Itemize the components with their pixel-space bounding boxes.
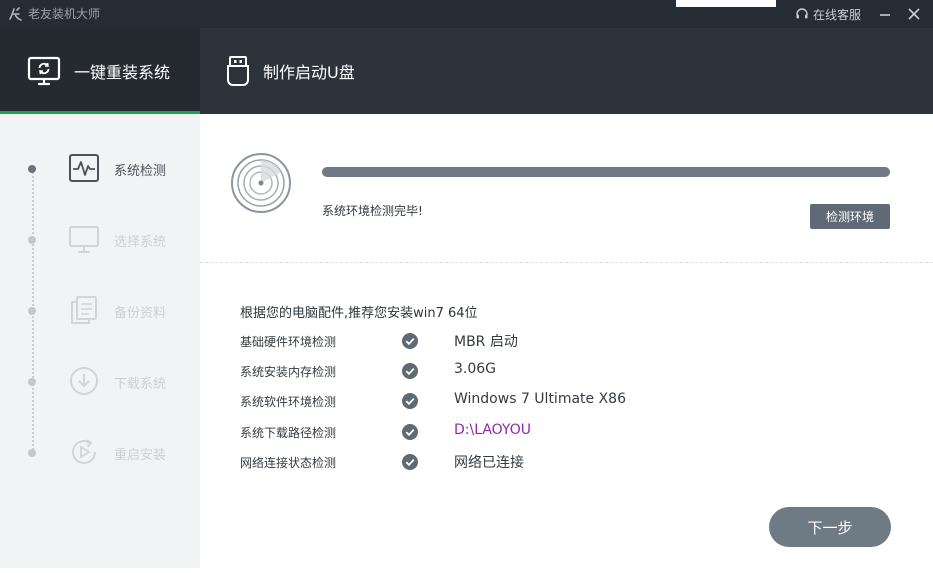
check-circle-icon: [402, 393, 418, 409]
step-label: 选择系统: [114, 235, 167, 250]
step-system-check[interactable]: 系统检测: [0, 148, 200, 188]
usb-drive-icon: [227, 56, 249, 86]
check-value: 网络已连接: [454, 455, 524, 471]
online-service-button[interactable]: 在线客服: [795, 6, 861, 22]
detection-status: 系统环境检测完毕!: [322, 204, 423, 218]
step-dot: [28, 165, 36, 173]
installer-window: 老友装机大师 在线客服 一键重装系统 制作启动U盘 系统检测 选择系统 备份资料…: [0, 0, 933, 568]
check-label: 系统下载路径检测: [240, 426, 337, 440]
progress-fill: [322, 167, 890, 177]
tab-make-boot-usb[interactable]: 制作启动U盘: [215, 28, 415, 114]
step-download-system[interactable]: 下载系统: [0, 361, 200, 401]
check-label: 网络连接状态检测: [240, 456, 337, 470]
tab-one-click-reinstall[interactable]: 一键重装系统: [0, 28, 200, 114]
check-row-hardware: 基础硬件环境检测 MBR 启动: [240, 330, 800, 352]
detect-environment-button[interactable]: 检测环境: [810, 204, 890, 229]
check-row-network: 网络连接状态检测 网络已连接: [240, 451, 800, 473]
step-label: 下载系统: [114, 377, 167, 392]
tab-label: 制作启动U盘: [263, 63, 355, 82]
recommendation-text: 根据您的电脑配件,推荐您安装win7 64位: [240, 306, 478, 321]
check-label: 系统软件环境检测: [240, 395, 337, 409]
step-dot: [28, 449, 36, 457]
check-row-download-path: 系统下载路径检测 D:\LAOYOU: [240, 421, 800, 443]
title-bar-gap: [676, 0, 776, 7]
step-label: 系统检测: [114, 164, 167, 179]
download-path-link[interactable]: D:\LAOYOU: [454, 422, 531, 438]
online-service-label: 在线客服: [813, 7, 862, 22]
step-choose-system[interactable]: 选择系统: [0, 219, 200, 259]
check-row-memory: 系统安装内存检测 3.06G: [240, 360, 800, 382]
step-dot: [28, 307, 36, 315]
check-value: MBR 启动: [454, 334, 518, 350]
step-sidebar: 系统检测 选择系统 备份资料 下载系统 重启安装: [0, 114, 200, 568]
check-circle-icon: [402, 424, 418, 440]
restart-play-icon: [72, 439, 96, 464]
step-backup-data[interactable]: 备份资料: [0, 290, 200, 330]
step-restart-install[interactable]: 重启安装: [0, 432, 200, 472]
check-circle-icon: [402, 454, 418, 470]
detection-progress-bar: [322, 167, 890, 177]
check-value: Windows 7 Ultimate X86: [454, 391, 626, 407]
monitor-icon: [69, 226, 99, 253]
step-dot: [28, 378, 36, 386]
pulse-monitor-icon: [69, 154, 99, 182]
title-bar: 老友装机大师 在线客服: [0, 0, 933, 28]
main-nav: 一键重装系统 制作启动U盘: [0, 28, 933, 114]
check-circle-icon: [402, 333, 418, 349]
close-icon[interactable]: [906, 6, 922, 22]
next-step-button[interactable]: 下一步: [769, 507, 891, 547]
main-panel: 系统环境检测完毕! 检测环境 根据您的电脑配件,推荐您安装win7 64位 基础…: [200, 114, 933, 568]
tab-label: 一键重装系统: [74, 63, 171, 82]
check-row-software: 系统软件环境检测 Windows 7 Ultimate X86: [240, 390, 800, 412]
check-value: 3.06G: [454, 361, 497, 377]
check-circle-icon: [402, 363, 418, 379]
app-title: 老友装机大师: [28, 7, 101, 21]
section-divider: [200, 262, 933, 263]
step-dot: [28, 236, 36, 244]
app-logo-icon: [9, 7, 22, 21]
step-label: 重启安装: [114, 448, 167, 463]
download-circle-icon: [70, 367, 98, 395]
monitor-refresh-icon: [27, 56, 61, 86]
minimize-icon[interactable]: [877, 6, 893, 22]
check-label: 基础硬件环境检测: [240, 335, 337, 349]
headset-icon: [796, 8, 808, 19]
radar-scan-icon: [231, 153, 291, 213]
step-label: 备份资料: [114, 306, 167, 321]
copy-docs-icon: [71, 296, 97, 324]
check-label: 系统安装内存检测: [240, 365, 337, 379]
